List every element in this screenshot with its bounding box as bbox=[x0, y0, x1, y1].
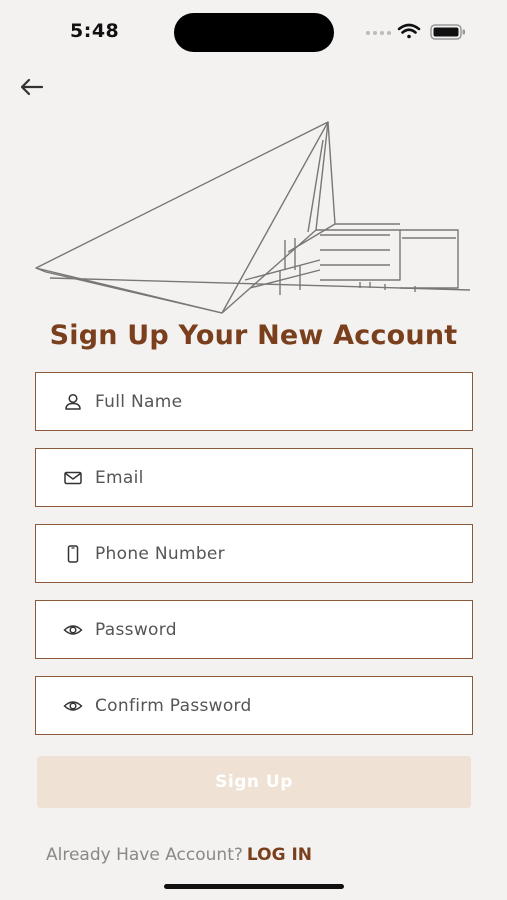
mail-icon bbox=[62, 467, 84, 489]
person-icon bbox=[62, 391, 84, 413]
confirm-password-field[interactable]: Confirm Password bbox=[35, 676, 473, 735]
hero-illustration bbox=[30, 110, 480, 315]
eye-icon[interactable] bbox=[62, 695, 84, 717]
login-prompt-text: Already Have Account? bbox=[46, 845, 243, 865]
full-name-placeholder: Full Name bbox=[95, 391, 183, 412]
password-field[interactable]: Password bbox=[35, 600, 473, 659]
login-link[interactable]: LOG IN bbox=[247, 845, 312, 865]
phone-field[interactable]: Phone Number bbox=[35, 524, 473, 583]
status-icons bbox=[365, 22, 475, 42]
phone-icon bbox=[62, 543, 84, 565]
login-prompt: Already Have Account? LOG IN bbox=[46, 845, 312, 865]
confirm-password-placeholder: Confirm Password bbox=[95, 695, 252, 716]
signal-icon bbox=[366, 31, 391, 35]
status-bar: 5:48 bbox=[0, 0, 507, 64]
eye-icon[interactable] bbox=[62, 619, 84, 641]
full-name-field[interactable]: Full Name bbox=[35, 372, 473, 431]
wifi-icon bbox=[397, 23, 421, 39]
phone-placeholder: Phone Number bbox=[95, 543, 225, 564]
arrow-left-icon bbox=[20, 78, 44, 96]
email-placeholder: Email bbox=[95, 467, 144, 488]
dynamic-island bbox=[174, 13, 334, 52]
email-field[interactable]: Email bbox=[35, 448, 473, 507]
battery-icon bbox=[430, 24, 465, 40]
back-button[interactable] bbox=[14, 72, 48, 102]
status-time: 5:48 bbox=[70, 20, 120, 42]
password-placeholder: Password bbox=[95, 619, 177, 640]
home-indicator bbox=[164, 884, 344, 889]
page-title: Sign Up Your New Account bbox=[49, 320, 458, 351]
sign-up-button[interactable]: Sign Up bbox=[37, 756, 471, 808]
